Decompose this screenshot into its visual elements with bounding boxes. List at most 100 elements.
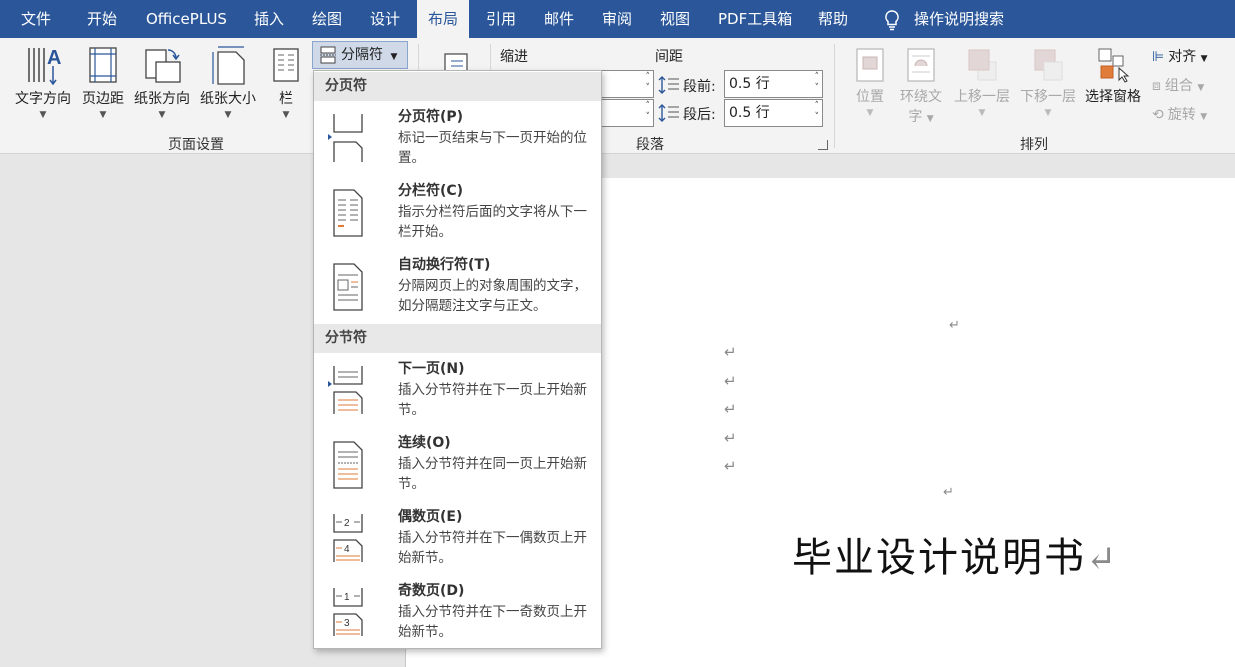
- odd-page-section-icon: 1 3: [333, 588, 363, 636]
- paper-size-icon: [212, 46, 245, 85]
- spin-arrows-icon[interactable]: ˄ ˅: [646, 101, 651, 123]
- chevron-down-icon: ▼: [1197, 83, 1205, 93]
- menu-item-odd-page[interactable]: 1 3 奇数页(D) 插入分节符并在下一奇数页上开始新节。: [314, 576, 601, 650]
- spacing-before-input[interactable]: 0.5 行 ˄ ˅: [724, 70, 823, 98]
- tab-insert[interactable]: 插入: [254, 0, 284, 38]
- paragraph-mark: ↵: [724, 429, 737, 447]
- menu-item-desc: 插入分节符并在同一页上开始新节。: [398, 456, 587, 492]
- menu-item-next-page[interactable]: 下一页(N) 插入分节符并在下一页上开始新节。: [314, 354, 601, 428]
- margins-button[interactable]: 页边距 ▼: [78, 44, 128, 120]
- paragraph-mark: ↵: [724, 400, 737, 418]
- columns-label: 栏: [279, 91, 293, 107]
- svg-text:1: 1: [344, 592, 350, 603]
- chevron-down-icon: ▼: [99, 110, 107, 120]
- chevron-down-icon: ▼: [1200, 112, 1208, 122]
- bring-forward-button[interactable]: 上移一层 ▼: [950, 46, 1014, 118]
- orientation-button[interactable]: 纸张方向 ▼: [130, 44, 194, 120]
- menu-item-text-wrapping-break[interactable]: 自动换行符(T) 分隔网页上的对象周围的文字，如分隔题注文字与正文。: [314, 250, 601, 324]
- tab-mailings[interactable]: 邮件: [544, 0, 574, 38]
- menu-item-continuous[interactable]: 连续(O) 插入分节符并在同一页上开始新节。: [314, 428, 601, 502]
- size-button[interactable]: 纸张大小 ▼: [196, 44, 260, 120]
- breaks-label: 分隔符: [341, 47, 383, 63]
- text-direction-icon: A: [28, 47, 61, 86]
- columns-button[interactable]: 栏 ▼: [268, 44, 304, 120]
- send-backward-label: 下移一层: [1020, 89, 1076, 105]
- menu-item-column-break[interactable]: 分栏符(C) 指示分栏符后面的文字将从下一栏开始。: [314, 176, 601, 250]
- menu-item-title: 偶数页(E): [398, 509, 463, 525]
- rotate-button[interactable]: ⟲ 旋转 ▼: [1152, 104, 1207, 124]
- document-title-text: 毕业设计说明书: [792, 535, 1086, 581]
- spacing-before-value: 0.5 行: [729, 76, 770, 92]
- tell-me-search[interactable]: 操作说明搜索: [914, 0, 1004, 38]
- selection-pane-icon: [1098, 48, 1130, 83]
- selection-pane-button[interactable]: 选择窗格: [1082, 46, 1144, 106]
- orientation-label: 纸张方向: [134, 91, 190, 107]
- group-icon: ⧈: [1152, 78, 1161, 94]
- paragraph-mark: ↵: [724, 372, 737, 390]
- send-backward-button[interactable]: 下移一层 ▼: [1016, 46, 1080, 118]
- spacing-after-input[interactable]: 0.5 行 ˄ ˅: [724, 99, 823, 127]
- menu-item-title: 奇数页(D): [398, 583, 465, 599]
- spin-arrows-icon[interactable]: ˄ ˅: [815, 101, 820, 123]
- svg-text:4: 4: [344, 544, 350, 555]
- chevron-down-icon: ▼: [158, 110, 166, 120]
- tab-file[interactable]: 文件: [21, 0, 51, 38]
- tab-help[interactable]: 帮助: [818, 0, 848, 38]
- ribbon-tab-bar: 文件 开始 OfficePLUS 插入 绘图 设计 布局 引用 邮件 审阅 视图…: [0, 0, 1235, 38]
- spin-arrows-icon[interactable]: ˄ ˅: [646, 72, 651, 94]
- menu-item-even-page[interactable]: 2 4 偶数页(E) 插入分节符并在下一偶数页上开始新节。: [314, 502, 601, 576]
- rotate-label: 旋转: [1167, 107, 1196, 123]
- position-button[interactable]: 位置 ▼: [850, 46, 890, 118]
- margins-icon: [89, 47, 117, 83]
- position-label: 位置: [856, 89, 884, 105]
- tab-references[interactable]: 引用: [486, 0, 516, 38]
- spin-arrows-icon[interactable]: ˄ ˅: [815, 72, 820, 94]
- tab-pdf-tools[interactable]: PDF工具箱: [718, 0, 792, 38]
- lightbulb-icon: [885, 10, 899, 31]
- orientation-icon: [145, 49, 181, 83]
- group-button[interactable]: ⧈ 组合 ▼: [1152, 75, 1204, 95]
- chevron-down-icon: ▼: [224, 110, 232, 120]
- spacing-after-value: 0.5 行: [729, 105, 770, 121]
- menu-item-page-break[interactable]: 分页符(P) 标记一页结束与下一页开始的位置。: [314, 102, 601, 176]
- svg-text:2: 2: [344, 518, 350, 529]
- chevron-down-icon: ▼: [1044, 108, 1052, 118]
- section-breaks-header: 分节符: [314, 324, 601, 353]
- breaks-dropdown-menu: 分页符 分页符(P) 标记一页结束与下一页开始的位置。 分栏符(C) 指示分栏符…: [313, 70, 602, 649]
- paragraph-mark: ↵: [949, 318, 960, 333]
- paragraph-group-label: 段落: [636, 137, 664, 153]
- bring-forward-label: 上移一层: [954, 89, 1010, 105]
- text-direction-label: 文字方向: [15, 91, 71, 107]
- align-button[interactable]: ⊫ 对齐 ▼: [1152, 46, 1208, 66]
- tab-layout[interactable]: 布局: [417, 0, 469, 38]
- breaks-button[interactable]: 分隔符 ▼: [312, 41, 408, 69]
- menu-item-desc: 插入分节符并在下一奇数页上开始新节。: [398, 604, 587, 640]
- wrap-text-label-2: 字 ▼: [908, 109, 934, 125]
- ribbon-layout: A 文字方向 ▼ 页边距 ▼ 纸张方向 ▼ 纸张大小 ▼ 栏 ▼ 分隔符 ▼ 页…: [0, 38, 1235, 154]
- paragraph-mark: ↵: [1086, 539, 1119, 580]
- text-direction-button[interactable]: A 文字方向 ▼: [12, 44, 74, 120]
- tab-home[interactable]: 开始: [87, 0, 117, 38]
- chevron-down-icon: ▼: [282, 110, 290, 120]
- selection-pane-label: 选择窗格: [1085, 89, 1141, 105]
- page-breaks-header: 分页符: [314, 72, 601, 101]
- next-page-section-icon: [328, 366, 363, 414]
- arrange-group-label: 排列: [1020, 137, 1048, 153]
- rotate-icon: ⟲: [1152, 107, 1164, 123]
- group-label: 组合: [1164, 78, 1193, 94]
- even-page-section-icon: 2 4: [333, 514, 363, 562]
- tab-review[interactable]: 审阅: [602, 0, 632, 38]
- wrap-text-button[interactable]: 环绕文 字 ▼: [896, 46, 946, 126]
- bring-forward-icon: [968, 49, 997, 81]
- tab-officeplus[interactable]: OfficePLUS: [146, 0, 227, 38]
- continuous-section-icon: [333, 441, 363, 489]
- tab-design[interactable]: 设计: [370, 0, 400, 38]
- tab-view[interactable]: 视图: [660, 0, 690, 38]
- breaks-icon: [320, 46, 336, 64]
- menu-item-desc: 分隔网页上的对象周围的文字，如分隔题注文字与正文。: [398, 278, 587, 314]
- menu-item-title: 连续(O): [398, 435, 451, 451]
- dialog-launcher-icon[interactable]: [818, 140, 828, 150]
- align-label: 对齐: [1168, 49, 1197, 65]
- tab-draw[interactable]: 绘图: [312, 0, 342, 38]
- paragraph-mark: ↵: [943, 485, 954, 500]
